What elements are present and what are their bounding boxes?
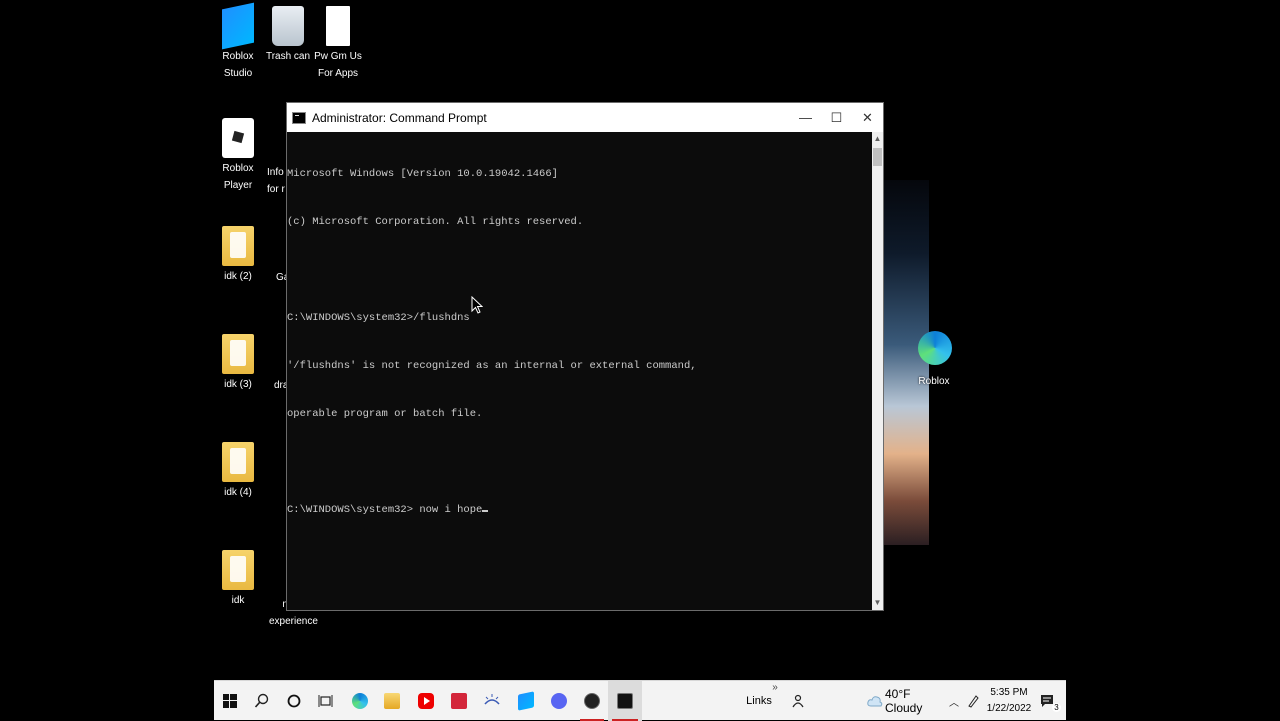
pen-workspace-button[interactable] bbox=[965, 681, 981, 721]
youtube-icon bbox=[418, 693, 434, 709]
cloud-icon bbox=[867, 696, 883, 707]
folder-icon bbox=[222, 550, 254, 590]
console-line: Microsoft Windows [Version 10.0.19042.14… bbox=[287, 168, 558, 180]
window-title: Administrator: Command Prompt bbox=[312, 110, 487, 125]
discord-icon bbox=[551, 693, 567, 709]
trash-can-icon bbox=[272, 6, 304, 46]
chevron-up-icon[interactable]: ︿ bbox=[946, 681, 962, 721]
desktop-icon-idk-4[interactable]: idk (4) bbox=[214, 442, 268, 501]
taskbar-app-discord[interactable] bbox=[543, 681, 575, 721]
task-view-icon bbox=[318, 695, 333, 707]
desktop-icon-roblox-edge[interactable]: Roblox bbox=[904, 328, 964, 390]
console-line: '/flushdns' is not recognized as an inte… bbox=[287, 360, 697, 372]
desktop-icon-label: Roblox Player bbox=[222, 163, 254, 191]
cortana-button[interactable] bbox=[278, 681, 310, 721]
pen-icon bbox=[968, 695, 979, 708]
windows-logo-icon bbox=[223, 694, 237, 708]
taskbar-app-sun[interactable] bbox=[476, 681, 508, 721]
system-clock[interactable]: 5:35 PM 1/22/2022 bbox=[984, 685, 1034, 717]
acrobat-icon bbox=[451, 693, 467, 709]
maximize-button[interactable]: ☐ bbox=[821, 103, 852, 132]
cmd-icon bbox=[617, 693, 633, 709]
window-title-bar[interactable]: Administrator: Command Prompt — ☐ ✕ bbox=[287, 103, 883, 132]
edge-icon bbox=[352, 693, 368, 709]
search-icon bbox=[254, 693, 269, 708]
console-line: (c) Microsoft Corporation. All rights re… bbox=[287, 216, 584, 228]
cmd-icon bbox=[292, 111, 306, 124]
sun-eye-icon bbox=[484, 694, 500, 705]
taskbar-app-acrobat[interactable] bbox=[443, 681, 475, 721]
roblox-player-icon bbox=[222, 118, 254, 158]
console-output[interactable]: Microsoft Windows [Version 10.0.19042.14… bbox=[287, 132, 872, 612]
weather-cloud-icon-wrap bbox=[866, 681, 884, 721]
desktop-icon-label: idk (2) bbox=[224, 271, 252, 282]
minimize-button[interactable]: — bbox=[790, 103, 821, 132]
desktop-icon-idk[interactable]: idk bbox=[214, 550, 268, 609]
scroll-up-arrow-icon[interactable]: ▲ bbox=[872, 132, 883, 146]
edge-icon-wrap bbox=[918, 331, 952, 371]
console-line: operable program or batch file. bbox=[287, 408, 483, 420]
weather-widget[interactable]: 40°F Cloudy bbox=[885, 681, 941, 721]
console-line: C:\WINDOWS\system32>/flushdns bbox=[287, 312, 470, 324]
close-button[interactable]: ✕ bbox=[852, 103, 883, 132]
taskbar: Links » 40°F Cloudy ︿ 5:35 PM 1/22/2022 … bbox=[214, 680, 1066, 721]
folder-icon bbox=[222, 442, 254, 482]
desktop-icon-roblox-player[interactable]: Roblox Player bbox=[214, 118, 268, 194]
taskbar-app-command-prompt[interactable] bbox=[608, 681, 642, 721]
notification-count-badge: 3 bbox=[1052, 703, 1061, 712]
start-button[interactable] bbox=[214, 681, 246, 721]
scroll-thumb[interactable] bbox=[873, 148, 882, 166]
desktop-icon-label-partial: Info for r bbox=[267, 167, 285, 195]
taskbar-app-file-explorer[interactable] bbox=[376, 681, 408, 721]
text-caret bbox=[482, 510, 489, 512]
folder-icon bbox=[222, 334, 254, 374]
desktop-icon-pw-gm-us[interactable]: Pw Gm Us For Apps bbox=[308, 6, 368, 82]
console-current-input: C:\WINDOWS\system32> now i hope bbox=[287, 504, 483, 516]
mouse-pointer-icon bbox=[471, 296, 483, 314]
folder-icon bbox=[384, 693, 400, 709]
people-icon bbox=[792, 694, 804, 708]
toolbar-chevron[interactable]: » bbox=[769, 667, 781, 707]
search-button[interactable] bbox=[246, 681, 278, 721]
desktop-icon-label: Pw Gm Us For Apps bbox=[314, 51, 362, 79]
action-center-button[interactable]: 3 bbox=[1036, 681, 1061, 721]
document-icon bbox=[326, 6, 350, 46]
taskbar-app-roblox-studio[interactable] bbox=[510, 681, 542, 721]
desktop-icon-label: idk (4) bbox=[224, 487, 252, 498]
cortana-circle-icon bbox=[287, 694, 301, 708]
task-view-button[interactable] bbox=[310, 681, 342, 721]
roblox-studio-icon bbox=[222, 2, 254, 50]
desktop-icon-label: idk (3) bbox=[224, 379, 252, 390]
desktop-icon-label: idk bbox=[231, 595, 245, 606]
edge-icon bbox=[918, 331, 952, 365]
taskbar-app-edge[interactable] bbox=[344, 681, 376, 721]
taskbar-app-obs[interactable] bbox=[576, 681, 608, 721]
console-input-line[interactable]: C:\WINDOWS\system32> now i hope bbox=[287, 502, 872, 518]
folder-icon bbox=[222, 226, 254, 266]
vertical-scrollbar[interactable]: ▲ ▼ bbox=[872, 132, 883, 610]
people-button[interactable] bbox=[788, 681, 808, 721]
command-prompt-window[interactable]: Administrator: Command Prompt — ☐ ✕ Micr… bbox=[286, 102, 884, 611]
taskbar-app-youtube[interactable] bbox=[410, 681, 442, 721]
desktop-icon-idk-2[interactable]: idk (2) bbox=[214, 226, 268, 285]
clock-time: 5:35 PM bbox=[990, 687, 1028, 698]
clock-date: 1/22/2022 bbox=[986, 703, 1032, 714]
desktop-icon-label: Roblox bbox=[918, 376, 950, 387]
roblox-studio-icon bbox=[518, 691, 534, 711]
obs-icon bbox=[584, 693, 600, 709]
desktop-icon-idk-3[interactable]: idk (3) bbox=[214, 334, 268, 393]
scroll-down-arrow-icon[interactable]: ▼ bbox=[872, 596, 883, 610]
